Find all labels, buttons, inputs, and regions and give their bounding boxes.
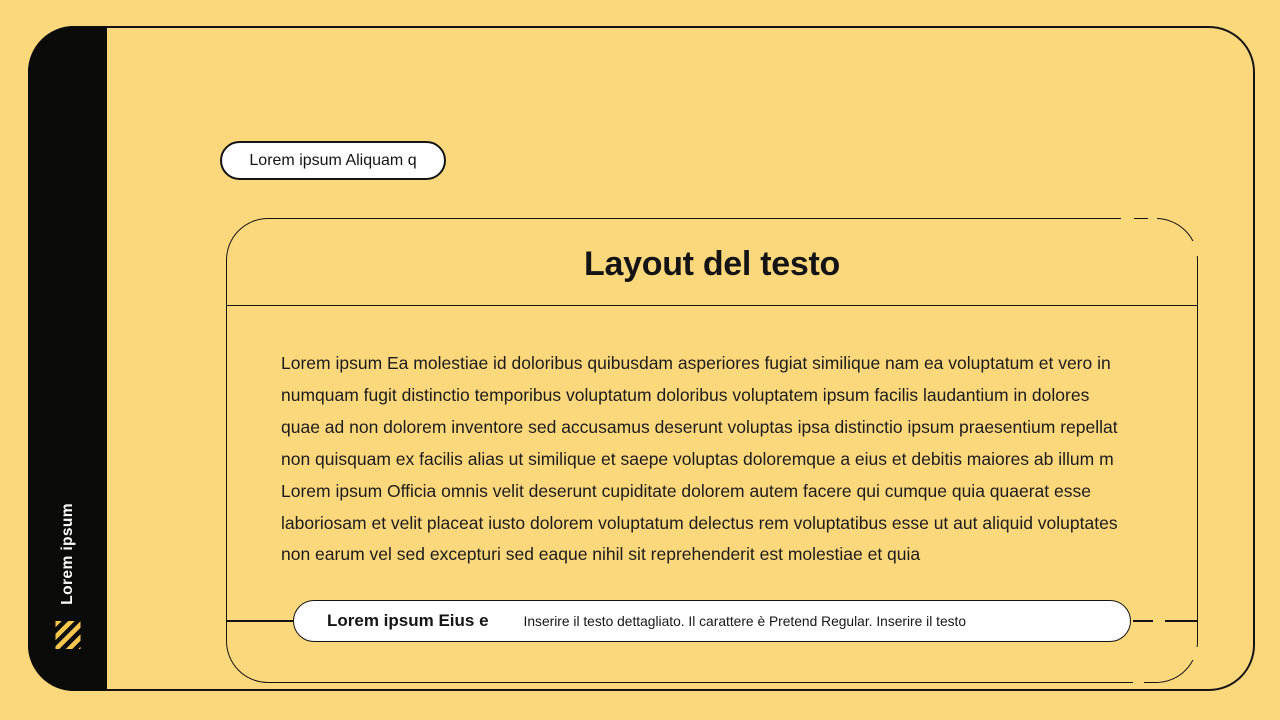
border-gap xyxy=(1121,216,1134,223)
border-gap xyxy=(239,678,249,685)
page-title: Layout del testo xyxy=(584,245,840,284)
slide: Lorem ipsum Lorem ipsum Aliquam q Layout… xyxy=(0,0,1280,720)
border-gap xyxy=(1148,216,1157,223)
border-gap xyxy=(1175,678,1186,685)
section-tag-label: Lorem ipsum Aliquam q xyxy=(249,152,416,170)
footer-connector-dash xyxy=(1133,620,1153,622)
sidebar: Lorem ipsum xyxy=(28,26,107,691)
body-line: numquam fugit distinctio temporibus volu… xyxy=(281,380,1141,412)
footer-pill-label: Lorem ipsum Eius e xyxy=(327,611,489,631)
body-line: Lorem ipsum Ea molestiae id doloribus qu… xyxy=(281,348,1141,380)
footer-pill-description: Inserire il testo dettagliato. Il caratt… xyxy=(524,614,967,629)
body-line: laboriosam et velit placeat iusto dolore… xyxy=(281,508,1141,540)
body-line: non quisquam ex facilis alias ut similiq… xyxy=(281,444,1141,476)
border-gap xyxy=(1192,241,1200,256)
border-gap xyxy=(1192,647,1200,660)
section-tag-pill[interactable]: Lorem ipsum Aliquam q xyxy=(220,141,446,180)
body-line: non earum vel sed excepturi sed eaque ni… xyxy=(281,539,1141,571)
body-line: quae ad non dolorem inventore sed accusa… xyxy=(281,412,1141,444)
footer-connector-line-left xyxy=(227,620,293,622)
footer-pill[interactable]: Lorem ipsum Eius e Inserire il testo det… xyxy=(293,600,1131,642)
sidebar-vertical-label: Lorem ipsum xyxy=(59,503,77,605)
content-card: Layout del testo Lorem ipsum Ea molestia… xyxy=(226,218,1198,683)
diagonal-stripes-logo-icon xyxy=(55,621,80,649)
border-gap xyxy=(1133,678,1144,685)
slide-frame: Lorem ipsum Lorem ipsum Aliquam q Layout… xyxy=(28,26,1255,691)
footer-connector-dash xyxy=(1165,620,1198,622)
body-line: Lorem ipsum Officia omnis velit deserunt… xyxy=(281,476,1141,508)
card-header: Layout del testo xyxy=(227,219,1197,306)
body-text-block: Lorem ipsum Ea molestiae id doloribus qu… xyxy=(227,306,1197,571)
